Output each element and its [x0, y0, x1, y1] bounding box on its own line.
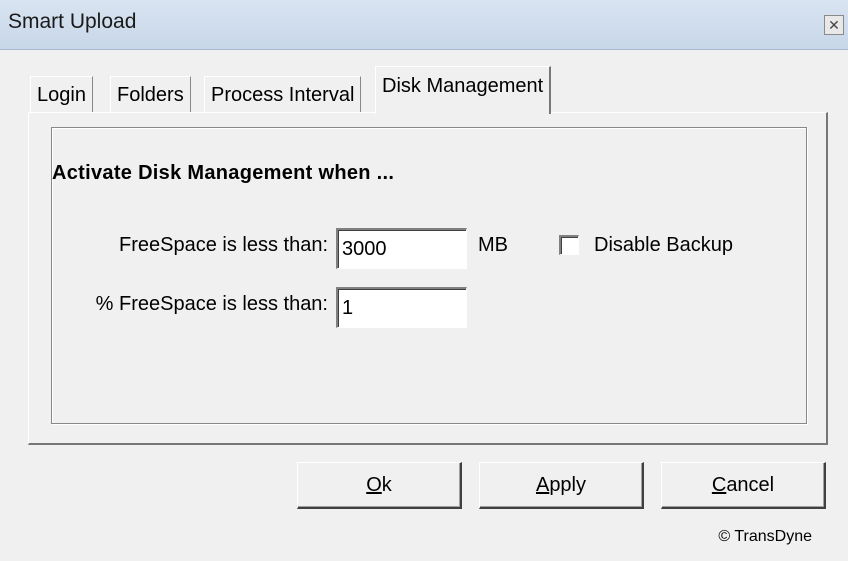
- freespace-value: 3000: [342, 238, 387, 260]
- tab-folders-label: Folders: [117, 84, 184, 106]
- smart-upload-window: Smart Upload ✕ Login Folders Process Int…: [0, 0, 848, 561]
- tab-login[interactable]: Login: [30, 76, 93, 113]
- apply-accel: A: [535, 473, 550, 496]
- tab-login-label: Login: [37, 84, 86, 106]
- activate-heading: Activate Disk Management when ...: [52, 162, 395, 184]
- pct-freespace-input[interactable]: 1: [336, 287, 467, 328]
- cancel-accel: C: [711, 473, 727, 496]
- copyright-text: © TransDyne: [718, 528, 812, 545]
- tab-folders[interactable]: Folders: [110, 76, 191, 113]
- close-icon: ✕: [828, 17, 840, 33]
- ok-button[interactable]: Ok: [297, 462, 462, 509]
- close-button[interactable]: ✕: [824, 15, 844, 35]
- freespace-input[interactable]: 3000: [336, 228, 467, 269]
- ok-accel: O: [366, 473, 382, 496]
- disable-backup-label[interactable]: Disable Backup: [594, 234, 733, 257]
- pct-freespace-label: % FreeSpace is less than:: [95, 293, 328, 315]
- freespace-label: FreeSpace is less than:: [119, 234, 328, 256]
- cancel-button[interactable]: Cancel: [661, 462, 826, 509]
- ok-label-rest: k: [381, 473, 392, 496]
- tab-disk-management-label: Disk Management: [382, 75, 544, 97]
- freespace-unit: MB: [478, 234, 508, 256]
- disable-backup-checkbox[interactable]: [559, 235, 579, 255]
- title-bar[interactable]: Smart Upload ✕: [0, 0, 848, 50]
- apply-button[interactable]: Apply: [479, 462, 644, 509]
- pct-freespace-value: 1: [342, 297, 354, 319]
- apply-label-rest: pply: [549, 473, 587, 496]
- tab-process-interval-label: Process Interval: [211, 84, 355, 106]
- cancel-label-rest: ancel: [726, 473, 775, 496]
- tab-disk-management[interactable]: Disk Management: [375, 66, 552, 114]
- window-title: Smart Upload: [8, 10, 137, 33]
- tab-process-interval[interactable]: Process Interval: [204, 76, 362, 113]
